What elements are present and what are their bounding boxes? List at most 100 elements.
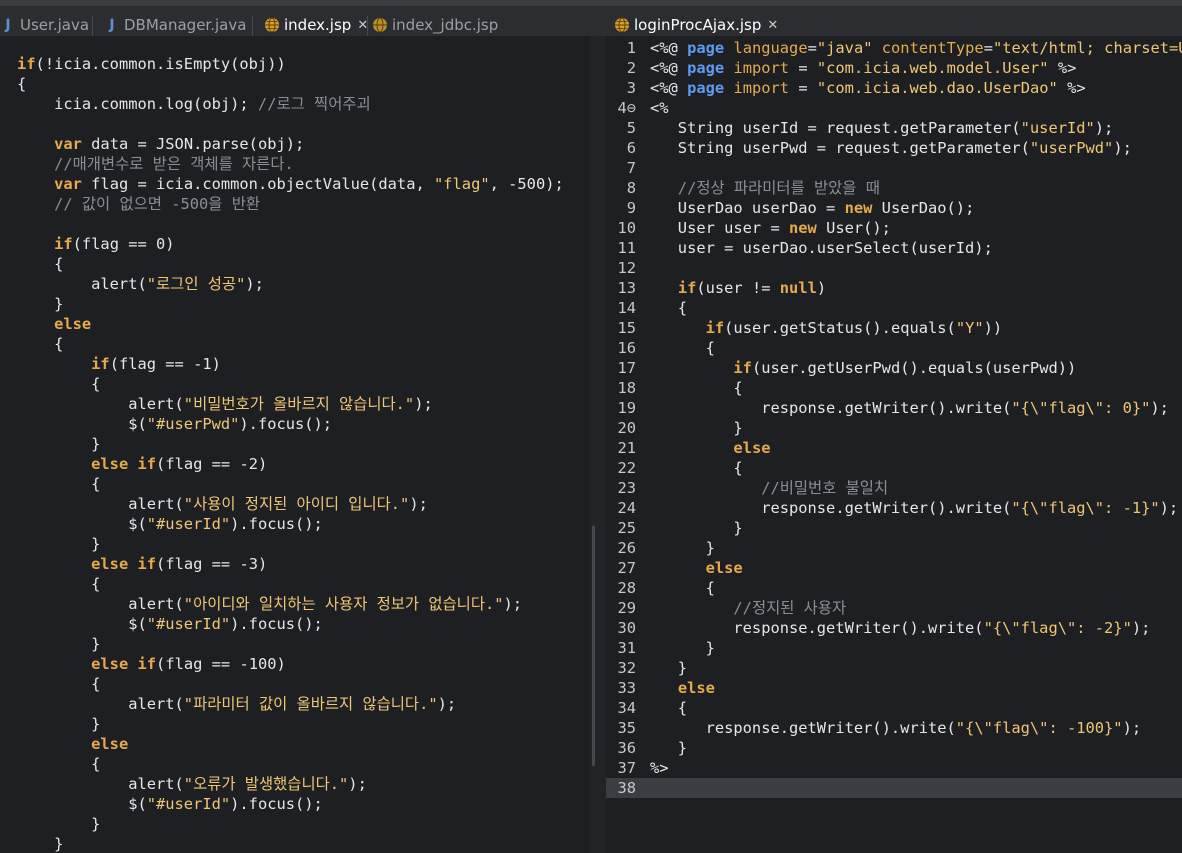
code-text[interactable]: String userId = request.getParameter("us… xyxy=(650,119,1114,137)
code-text[interactable]: if(user.getStatus().equals("Y")) xyxy=(650,319,1003,337)
code-text[interactable]: //정지된 사용자 xyxy=(650,599,846,617)
code-line[interactable]: $("#userId").focus(); xyxy=(0,514,590,534)
code-text[interactable]: <%@ page import = "com.icia.web.model.Us… xyxy=(650,59,1076,77)
code-line[interactable]: icia.common.log(obj); //로그 찍어주괴 xyxy=(0,94,590,114)
code-line[interactable]: 31 } xyxy=(606,638,1182,658)
code-line[interactable]: 36 } xyxy=(606,738,1182,758)
close-icon[interactable]: ✕ xyxy=(767,18,778,33)
code-line[interactable]: { xyxy=(0,474,590,494)
code-text[interactable]: <% xyxy=(650,99,669,117)
code-line[interactable]: 25 } xyxy=(606,518,1182,538)
code-text[interactable]: } xyxy=(650,739,687,757)
code-text[interactable]: { xyxy=(650,699,687,717)
code-line[interactable]: { xyxy=(0,754,590,774)
left-editor[interactable]: if(!icia.common.isEmpty(obj)){ icia.comm… xyxy=(0,36,590,853)
code-text[interactable]: if(user.getUserPwd().equals(userPwd)) xyxy=(650,359,1076,377)
code-line[interactable]: if(flag == 0) xyxy=(0,234,590,254)
code-line[interactable]: { xyxy=(0,74,590,94)
code-text[interactable]: response.getWriter().write("{\"flag\": -… xyxy=(650,499,1178,517)
code-line[interactable] xyxy=(0,214,590,234)
code-text[interactable]: //정상 파라미터를 받았을 때 xyxy=(650,179,880,197)
code-line[interactable]: var data = JSON.parse(obj); xyxy=(0,134,590,154)
code-line[interactable]: 4⊖ <% xyxy=(606,98,1182,118)
code-line[interactable]: 15 if(user.getStatus().equals("Y")) xyxy=(606,318,1182,338)
code-line[interactable]: } xyxy=(0,834,590,853)
code-line[interactable]: { xyxy=(0,574,590,594)
code-line[interactable]: } xyxy=(0,434,590,454)
code-line[interactable]: alert("비밀번호가 올바르지 않습니다."); xyxy=(0,394,590,414)
tab-user-java[interactable]: J User.java xyxy=(0,12,89,38)
code-line[interactable]: //매개변수로 받은 객체를 자른다. xyxy=(0,154,590,174)
code-line[interactable]: 24 response.getWriter().write("{\"flag\"… xyxy=(606,498,1182,518)
code-line[interactable]: 2 <%@ page import = "com.icia.web.model.U… xyxy=(606,58,1182,78)
code-line[interactable]: 9 UserDao userDao = new UserDao(); xyxy=(606,198,1182,218)
code-text[interactable]: else xyxy=(650,679,715,697)
code-line[interactable]: 18 { xyxy=(606,378,1182,398)
code-line[interactable]: 8 //정상 파라미터를 받았을 때 xyxy=(606,178,1182,198)
code-line[interactable]: 35 response.getWriter().write("{\"flag\"… xyxy=(606,718,1182,738)
code-text[interactable]: UserDao userDao = new UserDao(); xyxy=(650,199,975,217)
code-text[interactable]: } xyxy=(650,539,715,557)
code-text[interactable]: } xyxy=(650,659,687,677)
code-line[interactable]: 34 { xyxy=(606,698,1182,718)
code-text[interactable]: { xyxy=(650,579,715,597)
code-text[interactable]: { xyxy=(650,299,687,317)
code-line[interactable]: else if(flag == -2) xyxy=(0,454,590,474)
code-line[interactable]: 12 xyxy=(606,258,1182,278)
code-line[interactable]: else xyxy=(0,314,590,334)
code-line[interactable]: 6 String userPwd = request.getParameter(… xyxy=(606,138,1182,158)
code-line[interactable]: 20 } xyxy=(606,418,1182,438)
right-editor[interactable]: 1 <%@ page language="java" contentType="t… xyxy=(606,36,1182,853)
code-line[interactable]: 14 { xyxy=(606,298,1182,318)
editor-split-divider[interactable] xyxy=(590,36,606,853)
code-line[interactable]: 16 { xyxy=(606,338,1182,358)
code-line[interactable]: 30 response.getWriter().write("{\"flag\"… xyxy=(606,618,1182,638)
code-line[interactable]: 5 String userId = request.getParameter("… xyxy=(606,118,1182,138)
code-line[interactable]: alert("사용이 정지된 아이디 입니다."); xyxy=(0,494,590,514)
tab-index-jsp[interactable]: index.jsp ✕ xyxy=(264,12,368,38)
code-text[interactable]: { xyxy=(650,379,742,397)
code-text[interactable]: user = userDao.userSelect(userId); xyxy=(650,239,993,257)
code-line[interactable]: } xyxy=(0,534,590,554)
right-code-area[interactable]: 1 <%@ page language="java" contentType="t… xyxy=(606,38,1182,798)
code-line[interactable]: { xyxy=(0,334,590,354)
code-line[interactable]: else if(flag == -3) xyxy=(0,554,590,574)
code-text[interactable]: { xyxy=(650,459,742,477)
code-text[interactable]: %> xyxy=(650,759,669,777)
code-line[interactable]: alert("오류가 발생했습니다."); xyxy=(0,774,590,794)
tab-loginprocajax-jsp[interactable]: loginProcAjax.jsp ✕ xyxy=(614,12,778,38)
code-line[interactable]: if(flag == -1) xyxy=(0,354,590,374)
code-line[interactable]: } xyxy=(0,714,590,734)
code-line[interactable] xyxy=(0,114,590,134)
code-text[interactable]: response.getWriter().write("{\"flag\": -… xyxy=(650,619,1150,637)
code-line[interactable]: if(!icia.common.isEmpty(obj)) xyxy=(0,54,590,74)
code-text[interactable]: User user = new User(); xyxy=(650,219,891,237)
code-text[interactable]: response.getWriter().write("{\"flag\": 0… xyxy=(650,399,1169,417)
code-line[interactable]: 29 //정지된 사용자 xyxy=(606,598,1182,618)
scrollbar-thumb[interactable] xyxy=(592,526,595,766)
code-line[interactable]: 37 %> xyxy=(606,758,1182,778)
code-line[interactable]: } xyxy=(0,814,590,834)
code-line[interactable]: 19 response.getWriter().write("{\"flag\"… xyxy=(606,398,1182,418)
code-line[interactable]: 1 <%@ page language="java" contentType="t… xyxy=(606,38,1182,58)
code-line[interactable]: else xyxy=(0,734,590,754)
code-line[interactable]: $("#userId").focus(); xyxy=(0,794,590,814)
code-text[interactable]: response.getWriter().write("{\"flag\": -… xyxy=(650,719,1142,737)
left-code-area[interactable]: if(!icia.common.isEmpty(obj)){ icia.comm… xyxy=(0,54,590,853)
code-text[interactable]: <%@ page language="java" contentType="te… xyxy=(650,39,1182,57)
code-text[interactable]: } xyxy=(650,519,742,537)
code-text[interactable]: else xyxy=(650,559,743,577)
code-line[interactable]: 10 User user = new User(); xyxy=(606,218,1182,238)
code-line[interactable]: alert("로그인 성공"); xyxy=(0,274,590,294)
code-line[interactable]: 22 { xyxy=(606,458,1182,478)
code-line[interactable]: { xyxy=(0,254,590,274)
code-text[interactable]: else xyxy=(650,439,770,457)
code-line[interactable]: } xyxy=(0,294,590,314)
code-line[interactable]: else if(flag == -100) xyxy=(0,654,590,674)
code-line[interactable]: 21 else xyxy=(606,438,1182,458)
code-line[interactable]: 27 else xyxy=(606,558,1182,578)
code-line[interactable]: 3 <%@ page import = "com.icia.web.dao.Use… xyxy=(606,78,1182,98)
code-text[interactable]: } xyxy=(650,639,715,657)
code-line[interactable]: var flag = icia.common.objectValue(data,… xyxy=(0,174,590,194)
code-line[interactable]: 13 if(user != null) xyxy=(606,278,1182,298)
